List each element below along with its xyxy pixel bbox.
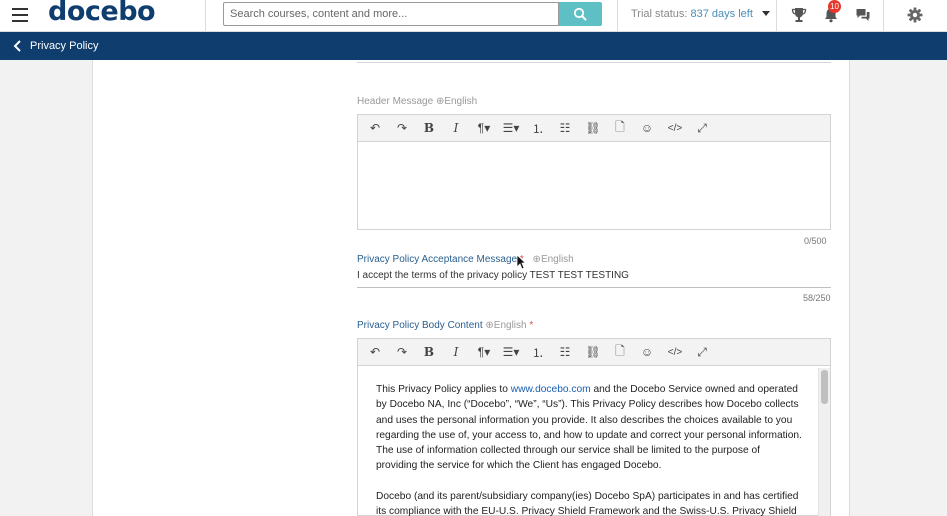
divider [617,0,618,32]
paragraph-format-icon[interactable]: ¶▾ [472,120,496,136]
page-title: Privacy Policy [30,40,99,52]
acceptance-message-input[interactable]: I accept the terms of the privacy policy… [357,270,831,288]
field-label: Header Message [357,96,434,107]
fullscreen-icon[interactable]: ⤢ [693,120,711,136]
align-icon[interactable]: ☰▾ [499,120,523,136]
language-label: English [540,254,574,265]
body-content-label: Privacy Policy Body Content ⊕English * [357,320,533,331]
undo-icon[interactable]: ↶ [366,120,384,136]
chat-icon[interactable] [854,6,872,24]
emoji-icon[interactable]: ☺ [638,120,656,136]
bullet-list-icon[interactable]: ☷ [556,344,574,360]
language-label: English [444,96,478,107]
paragraph-format-icon[interactable]: ¶▾ [472,344,496,360]
bold-icon[interactable]: B [420,344,438,360]
docebo-link[interactable]: www.docebo.com [511,384,591,395]
ordered-list-icon[interactable]: ⒈ [529,344,547,360]
trophy-icon[interactable] [790,6,808,24]
chevron-down-icon [761,11,770,16]
link-icon[interactable]: ⛓ [584,344,602,360]
italic-icon[interactable]: I [447,344,465,360]
link-icon[interactable]: ⛓ [584,120,602,136]
field-label: Privacy Policy Body Content [357,320,483,331]
divider [357,62,831,63]
emoji-icon[interactable]: ☺ [638,344,656,360]
globe-icon: ⊕ [532,254,541,265]
editor-toolbar: ↶ ↷ B I ¶▾ ☰▾ ⒈ ☷ ⛓ 🗋 ☺ </> ⤢ [357,114,831,142]
redo-icon[interactable]: ↷ [393,344,411,360]
header-message-editor[interactable] [357,142,831,230]
divider [205,0,206,32]
redo-icon[interactable]: ↷ [393,120,411,136]
scrollbar-thumb[interactable] [821,370,828,404]
bullet-list-icon[interactable]: ☷ [556,120,574,136]
align-icon[interactable]: ☰▾ [499,344,523,360]
mouse-cursor-icon [516,254,526,270]
body-content-text[interactable]: This Privacy Policy applies to www.doceb… [376,382,804,516]
header-message-label: Header Message ⊕English [357,96,477,107]
body-paragraph: This Privacy Policy applies to www.doceb… [376,382,804,474]
notification-badge: 10 [828,0,841,13]
bold-icon[interactable]: B [420,120,438,136]
undo-icon[interactable]: ↶ [366,344,384,360]
trial-status-dropdown[interactable]: Trial status: 837 days left [631,8,770,20]
acceptance-message-label: Privacy Policy Acceptance Message * ⊕Eng… [357,254,574,265]
page-header-bar: Privacy Policy [0,32,947,60]
fullscreen-icon[interactable]: ⤢ [693,344,711,360]
trial-label: Trial status: [631,8,688,20]
search-button[interactable] [559,2,602,26]
required-marker: * [529,320,534,331]
divider [776,0,777,32]
text-run: and the Docebo Service owned and operate… [376,384,802,472]
language-label: English [493,320,527,331]
top-bar: docebo® Trial status: 837 days left 10 [0,0,947,32]
divider [883,0,884,32]
italic-icon[interactable]: I [447,120,465,136]
file-icon[interactable]: 🗋 [611,120,629,136]
character-counter: 0/500 [804,236,827,246]
menu-icon[interactable] [12,8,28,22]
global-search [223,2,602,26]
logo-text: docebo [48,0,156,27]
text-run: This Privacy Policy applies to [376,384,511,395]
docebo-logo[interactable]: docebo® [48,0,164,27]
code-view-icon[interactable]: </> [665,344,685,360]
field-label: Privacy Policy Acceptance Message [357,254,518,265]
search-icon [573,7,587,21]
file-icon[interactable]: 🗋 [611,344,629,360]
trial-days: 837 days left [690,8,753,20]
search-input[interactable] [223,2,559,26]
code-view-icon[interactable]: </> [665,120,685,136]
character-counter: 58/250 [803,293,831,303]
chevron-left-icon[interactable] [12,39,24,53]
editor-toolbar: ↶ ↷ B I ¶▾ ☰▾ ⒈ ☷ ⛓ 🗋 ☺ </> ⤢ [357,338,831,366]
ordered-list-icon[interactable]: ⒈ [529,120,547,136]
globe-icon: ⊕ [485,320,494,331]
body-paragraph: Docebo (and its parent/subsidiary compan… [376,490,799,516]
gear-icon[interactable] [906,6,924,24]
